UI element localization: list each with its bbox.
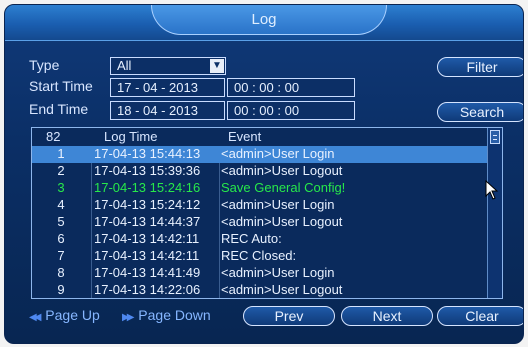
table-row[interactable]: 9 17-04-13 14:22:06 <admin>User Logout <box>32 282 488 298</box>
row-time: 17-04-13 14:42:11 <box>94 248 200 263</box>
page-down-icon: ▶▶ <box>122 312 135 323</box>
start-time-field[interactable]: 00 : 00 : 00 <box>227 78 355 97</box>
type-label: Type <box>29 57 60 73</box>
window-title: Log <box>251 11 277 28</box>
row-event: <admin>User Logout <box>221 214 343 229</box>
end-date-field[interactable]: 18 - 04 - 2013 <box>110 101 225 120</box>
row-event: <admin>User Login <box>221 146 335 161</box>
table-row[interactable]: 5 17-04-13 14:44:37 <admin>User Logout <box>32 214 488 231</box>
row-event: REC Closed: <box>221 248 297 263</box>
row-time: 17-04-13 14:22:06 <box>94 282 201 297</box>
row-number: 1 <box>57 146 65 161</box>
table-row[interactable]: 1 17-04-13 15:44:13 <admin>User Login <box>32 146 488 163</box>
start-time-label: Start Time <box>29 78 93 94</box>
table-row[interactable]: 4 17-04-13 15:24:12 <admin>User Login <box>32 197 488 214</box>
page-up-icon: ◀◀ <box>29 312 42 323</box>
row-number: 3 <box>57 180 65 195</box>
end-time-label: End Time <box>29 101 89 117</box>
table-header: 82 Log Time Event <box>32 128 488 146</box>
table-row[interactable]: 8 17-04-13 14:41:49 <admin>User Login <box>32 265 488 282</box>
row-time: 17-04-13 14:44:37 <box>94 214 201 229</box>
mouse-pointer-icon <box>485 180 499 200</box>
page-down-link[interactable]: ▶▶ Page Down <box>122 307 211 323</box>
scrollbar[interactable] <box>487 128 502 298</box>
row-time: 17-04-13 15:24:12 <box>94 197 201 212</box>
log-table: 82 Log Time Event 1 17-04-13 15:44:13 <adm… <box>31 127 503 299</box>
table-row[interactable]: 2 17-04-13 15:39:36 <admin>User Logout <box>32 163 488 180</box>
page-up-label: Page Up <box>45 307 100 323</box>
clear-button[interactable]: Clear <box>437 306 523 326</box>
row-event: <admin>User Login <box>221 197 335 212</box>
row-event: <admin>User Logout <box>221 163 343 178</box>
type-select[interactable]: All ▼ <box>110 57 226 75</box>
event-header: Event <box>228 129 262 144</box>
table-row[interactable]: 3 17-04-13 15:24:16 Save General Config! <box>32 180 488 197</box>
prev-button[interactable]: Prev <box>243 306 335 326</box>
row-number: 5 <box>57 214 65 229</box>
page-down-label: Page Down <box>138 307 211 323</box>
row-number: 8 <box>57 265 65 280</box>
row-number: 4 <box>57 197 65 212</box>
row-event: <admin>User Logout <box>221 282 343 297</box>
row-number: 6 <box>57 231 65 246</box>
row-number: 2 <box>57 163 65 178</box>
scroll-thumb[interactable] <box>490 130 500 144</box>
log-count-header: 82 <box>46 129 61 144</box>
row-time: 17-04-13 14:41:49 <box>94 265 201 280</box>
row-event: <admin>User Login <box>221 265 335 280</box>
type-select-value: All <box>117 58 132 73</box>
log-window: Log Type All ▼ Filter Start Time 17 - 04… <box>4 4 524 344</box>
end-time-field[interactable]: 00 : 00 : 00 <box>227 101 355 120</box>
row-number: 7 <box>57 248 65 263</box>
row-event: REC Auto: <box>221 231 282 246</box>
filter-button[interactable]: Filter <box>437 57 523 77</box>
title-bar: Log <box>5 5 523 41</box>
row-time: 17-04-13 14:42:11 <box>94 231 200 246</box>
table-row[interactable]: 6 17-04-13 14:42:11 REC Auto: <box>32 231 488 248</box>
start-date-field[interactable]: 17 - 04 - 2013 <box>110 78 225 97</box>
chevron-down-icon[interactable]: ▼ <box>210 59 224 73</box>
log-time-header: Log Time <box>104 129 158 144</box>
table-row[interactable]: 7 17-04-13 14:42:11 REC Closed: <box>32 248 488 265</box>
row-time: 17-04-13 15:44:13 <box>94 146 201 161</box>
next-button[interactable]: Next <box>341 306 433 326</box>
row-event: Save General Config! <box>221 180 346 195</box>
row-time: 17-04-13 15:24:16 <box>94 180 201 195</box>
search-button[interactable]: Search <box>437 102 523 122</box>
row-number: 9 <box>57 282 65 297</box>
page-up-link[interactable]: ◀◀ Page Up <box>29 307 100 323</box>
log-rows: 1 17-04-13 15:44:13 <admin>User Login 2 17-0… <box>32 146 488 298</box>
row-time: 17-04-13 15:39:36 <box>94 163 201 178</box>
